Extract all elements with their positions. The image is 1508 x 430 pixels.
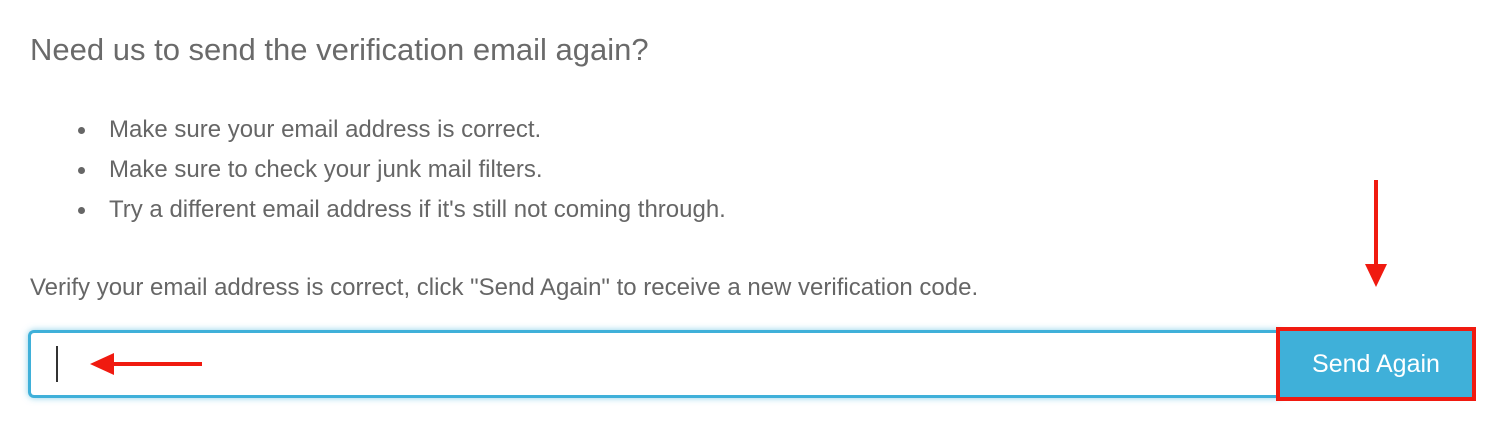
tips-list: Make sure your email address is correct.… (78, 112, 726, 232)
tip-item: Make sure to check your junk mail filter… (78, 152, 726, 192)
arrow-down-icon (1365, 180, 1387, 287)
page-title: Need us to send the verification email a… (30, 32, 649, 67)
email-field[interactable] (28, 330, 1280, 398)
verification-resend-panel: Need us to send the verification email a… (0, 0, 1508, 430)
send-again-button[interactable]: Send Again (1279, 330, 1473, 398)
instruction-text: Verify your email address is correct, cl… (30, 274, 979, 301)
tip-item: Make sure your email address is correct. (78, 112, 726, 152)
tip-item: Try a different email address if it's st… (78, 192, 726, 232)
text-cursor (56, 346, 58, 382)
